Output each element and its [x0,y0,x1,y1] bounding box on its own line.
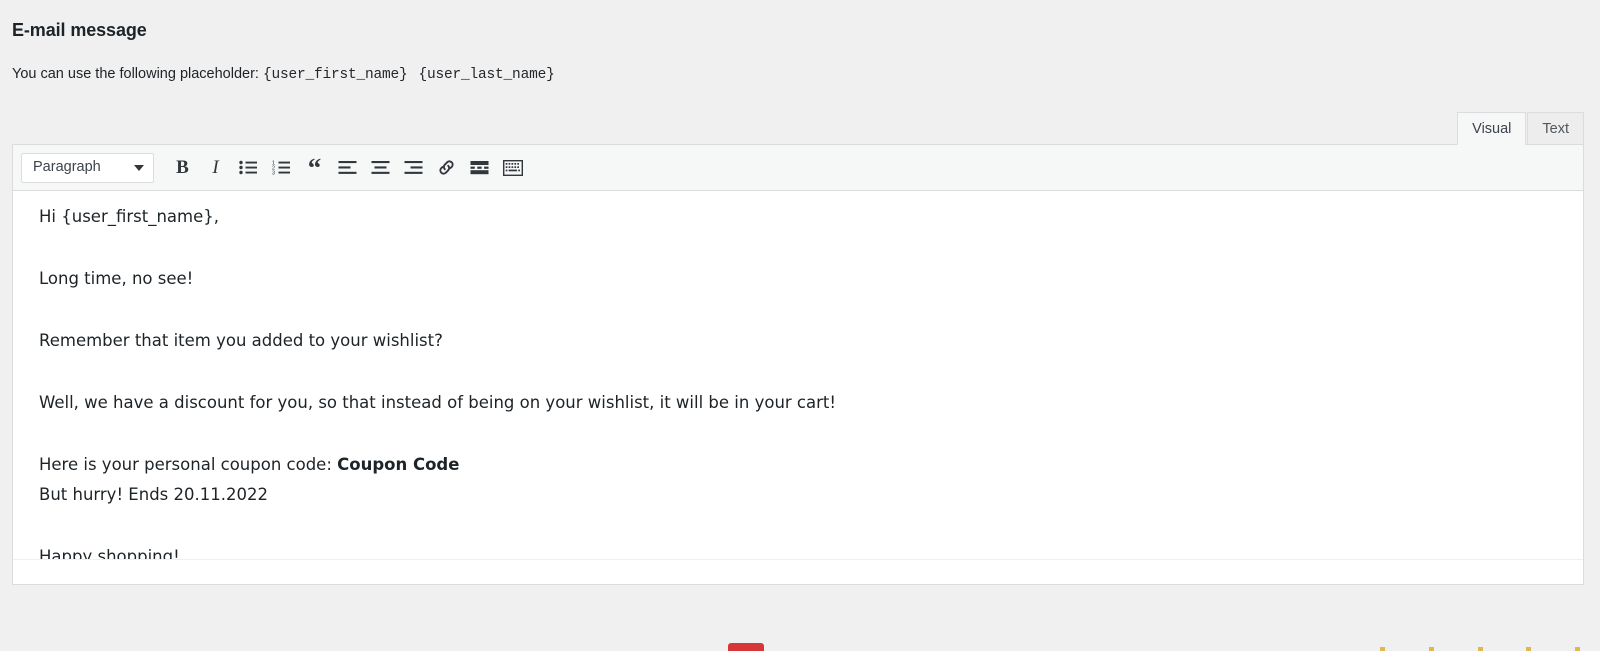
insert-read-more-button[interactable] [463,153,496,183]
chevron-down-icon [134,164,144,171]
placeholder-help-text: You can use the following placeholder: {… [12,64,1600,85]
placeholder-help-prefix: You can use the following placeholder: [12,66,259,82]
placeholder-token-first-name: {user_first_name} [262,67,408,83]
bulleted-list-icon [239,160,257,175]
align-right-button[interactable] [397,153,430,183]
align-left-icon [338,161,357,174]
insert-link-button[interactable] [430,153,463,183]
svg-text:3: 3 [272,171,275,175]
footer-accent-marks [1380,647,1580,651]
page-header: E-mail message You can use the following… [0,0,1600,85]
email-paragraph-discount: Well, we have a discount for you, so tha… [39,392,836,412]
email-paragraph-wishlist-question: Remember that item you added to your wis… [39,330,443,350]
email-paragraph-expiry: But hurry! Ends 20.11.2022 [39,484,268,504]
italic-button[interactable]: I [199,153,232,183]
page-title: E-mail message [12,20,147,40]
email-paragraph-long-time: Long time, no see! [39,268,194,288]
editor-container: Paragraph B I 1 2 3 “ Hi {user_first_nam… [12,144,1584,585]
format-select[interactable]: Paragraph [21,152,154,183]
read-more-icon [470,161,489,175]
email-paragraph-greeting: Hi {user_first_name}, [39,207,220,226]
bold-icon: B [176,157,189,178]
editor-mode-tabs: Visual Text [12,111,1584,145]
italic-icon: I [212,157,219,178]
page-footer-cutoff [0,634,1600,651]
tab-text[interactable]: Text [1527,112,1584,145]
coupon-line-prefix: Here is your personal coupon code: [39,454,338,474]
format-select-value: Paragraph [33,159,101,176]
email-editor: Visual Text Paragraph B I 1 2 3 “ Hi {us… [12,111,1584,585]
link-icon [439,160,454,175]
numbered-list-icon: 1 2 3 [272,161,290,175]
align-center-icon [371,161,390,174]
tab-visual[interactable]: Visual [1457,112,1527,145]
align-right-icon [404,161,423,174]
align-left-button[interactable] [331,153,364,183]
bold-button[interactable]: B [166,153,199,183]
placeholder-token-last-name: {user_last_name} [418,67,555,83]
keyboard-toolbar-toggle-icon [502,159,523,176]
bulleted-list-button[interactable] [232,153,265,183]
email-body-editable-area[interactable]: Hi {user_first_name}, Long time, no see!… [13,191,1583,559]
editor-status-bar [13,559,1583,584]
toolbar-toggle-button[interactable] [496,153,529,183]
email-paragraph-coupon: Here is your personal coupon code: Coupo… [39,453,1557,477]
footer-primary-button-sliver[interactable] [728,643,764,651]
align-center-button[interactable] [364,153,397,183]
email-paragraph-signoff: Happy shopping! [39,546,180,559]
editor-toolbar: Paragraph B I 1 2 3 “ [13,145,1583,191]
numbered-list-button[interactable]: 1 2 3 [265,153,298,183]
blockquote-icon: “ [307,153,322,184]
coupon-code-value: Coupon Code [337,454,460,474]
blockquote-button[interactable]: “ [298,153,331,183]
